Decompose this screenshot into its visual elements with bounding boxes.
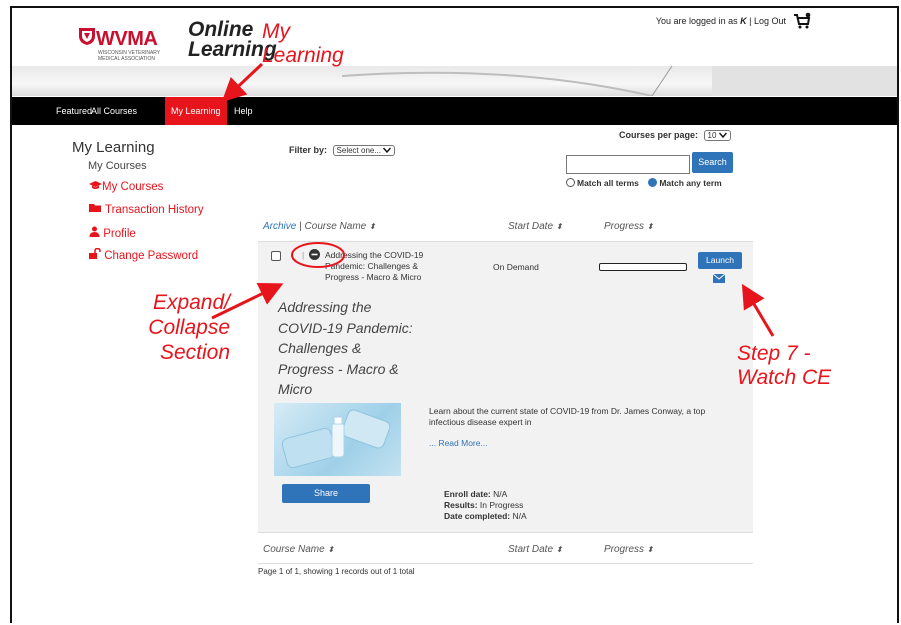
collapse-highlight-circle <box>291 242 345 268</box>
arrow-my-learning <box>221 62 264 103</box>
annotation-overlay <box>211 62 775 337</box>
arrow-step-7 <box>741 283 775 337</box>
arrow-expand-collapse <box>211 283 284 320</box>
